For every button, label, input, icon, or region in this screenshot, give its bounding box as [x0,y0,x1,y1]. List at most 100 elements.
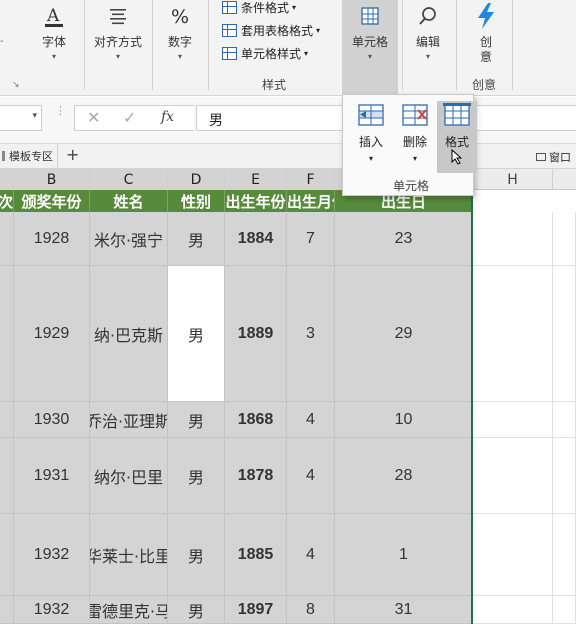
name-box[interactable]: ▾ [0,105,42,131]
conditional-format-button[interactable]: 条件格式 ▾ [222,0,296,17]
cell-h[interactable] [473,402,553,438]
cell-birth-day[interactable]: 28 [335,438,473,514]
cell-award-year[interactable]: 1930 [14,402,90,438]
cell-birth-month[interactable]: 4 [287,514,335,596]
font-button[interactable]: A 字体 ▾ [34,2,74,62]
cell-h[interactable] [473,596,553,624]
cell-birth-month[interactable]: 7 [287,212,335,266]
column-header-d[interactable]: D [168,169,225,190]
cells-button[interactable]: 单元格 ▾ [342,2,398,62]
cell-a[interactable] [0,438,14,514]
font-group-corner-icon[interactable]: ↘ [12,80,20,90]
cell-h[interactable] [473,212,553,266]
cell-birth-year[interactable]: 1897 [225,596,287,624]
cell-birth-day[interactable]: 31 [335,596,473,624]
ribbon: - A 字体 ▾ 对齐方式 ▾ % 数字 ▾ 条件格式 ▾ 套用表格格式 ▾ 单元格… [0,0,576,96]
mouse-cursor-icon [451,148,463,168]
cell-birth-year[interactable]: 1884 [225,212,287,266]
svg-text:%: % [171,6,189,27]
search-icon [414,2,442,30]
cell-birth-year[interactable]: 1868 [225,402,287,438]
column-header-a[interactable] [0,169,14,190]
cell-a[interactable] [0,596,14,624]
cell-name[interactable]: 雷德里克·马 [90,596,168,624]
insert-function-icon[interactable]: fx [161,109,174,125]
cell-h[interactable] [473,438,553,514]
cell-a[interactable] [0,514,14,596]
column-header-h[interactable]: H [473,169,553,190]
cell-name[interactable]: 华莱士·比里 [90,514,168,596]
cell-a[interactable] [0,402,14,438]
cell-birth-day[interactable]: 29 [335,266,473,402]
lightning-icon [472,2,500,30]
cell-gender[interactable]: 男 [168,402,225,438]
cell-name[interactable]: 纳尔·巴里 [90,438,168,514]
format-cells-button[interactable]: 格式 [437,101,477,173]
cell-birth-month[interactable]: 3 [287,266,335,402]
header-gender[interactable]: 性别 [168,190,225,212]
cell-birth-year[interactable]: 1889 [225,266,287,402]
cell-birth-day[interactable]: 23 [335,212,473,266]
cell-i[interactable] [553,438,576,514]
enter-icon[interactable]: ✓ [123,108,136,127]
name-box-dropdown-icon[interactable]: ▾ [32,111,37,121]
header-award-year[interactable]: 颁奖年份 [14,190,90,212]
add-tab-button[interactable]: + [66,145,79,164]
cell-h[interactable] [473,266,553,402]
editing-button[interactable]: 编辑 ▾ [406,2,450,62]
cell-birth-month[interactable]: 4 [287,438,335,514]
cell-h[interactable] [473,514,553,596]
window-area-button[interactable]: 窗口 [536,149,571,165]
cell-gender[interactable]: 男 [168,438,225,514]
alignment-button[interactable]: 对齐方式 ▾ [90,2,146,62]
column-header-b[interactable]: B [14,169,90,190]
cell-a[interactable] [0,266,14,402]
header-name[interactable]: 姓名 [90,190,168,212]
number-format-button[interactable]: % 数字 ▾ [160,2,200,62]
header-cell-a[interactable]: 次 [0,190,14,212]
cell-award-year[interactable]: 1932 [14,596,90,624]
format-as-table-button[interactable]: 套用表格格式 ▾ [222,20,320,40]
cell-award-year[interactable]: 1932 [14,514,90,596]
cell-gender[interactable]: 男 [168,514,225,596]
insert-cells-icon [356,101,386,129]
cell-award-year[interactable]: 1929 [14,266,90,402]
cell-name[interactable]: 米尔·强宁 [90,212,168,266]
active-cell[interactable]: 男 [168,266,225,402]
cell-name[interactable]: 乔治·亚理斯 [90,402,168,438]
column-headers: B C D E F G H [0,169,576,190]
column-header-c[interactable]: C [90,169,168,190]
cell-i[interactable] [553,212,576,266]
cell-i[interactable] [553,596,576,624]
cell-birth-month[interactable]: 4 [287,402,335,438]
cell-birth-month[interactable]: 8 [287,596,335,624]
column-header-f[interactable]: F [287,169,335,190]
cell-i[interactable] [553,266,576,402]
formula-bar: ▾ ⋮ ✕ ✓ fx 男 [0,97,576,143]
template-tab-icon [2,151,5,161]
table-row: 1929 纳·巴克斯 1889 3 29 [0,266,576,402]
delete-cells-icon [400,101,430,129]
cell-gender[interactable]: 男 [168,212,225,266]
cell-birth-year[interactable]: 1878 [225,438,287,514]
insert-cells-button[interactable]: 插入 ▾ [351,101,391,173]
cell-i[interactable] [553,514,576,596]
cell-styles-button[interactable]: 单元格样式 ▾ [222,43,308,63]
header-birth-month[interactable]: 出生月份 [287,190,335,212]
cell-award-year[interactable]: 1931 [14,438,90,514]
cell-birth-year[interactable]: 1885 [225,514,287,596]
cell-a[interactable] [0,212,14,266]
tab-template-area[interactable]: 模板专区 [0,144,58,168]
formula-buttons: ✕ ✓ fx [74,105,194,131]
cell-birth-day[interactable]: 10 [335,402,473,438]
cell-birth-day[interactable]: 1 [335,514,473,596]
header-birth-year[interactable]: 出生年份 [225,190,287,212]
cell-gender[interactable]: 男 [168,596,225,624]
delete-cells-button[interactable]: 删除 ▾ [395,101,435,173]
column-header-e[interactable]: E [225,169,287,190]
cancel-icon[interactable]: ✕ [87,108,100,127]
creative-button[interactable]: 创 意 [466,2,506,65]
cell-award-year[interactable]: 1928 [14,212,90,266]
cell-name[interactable]: 纳·巴克斯 [90,266,168,402]
cell-i[interactable] [553,402,576,438]
